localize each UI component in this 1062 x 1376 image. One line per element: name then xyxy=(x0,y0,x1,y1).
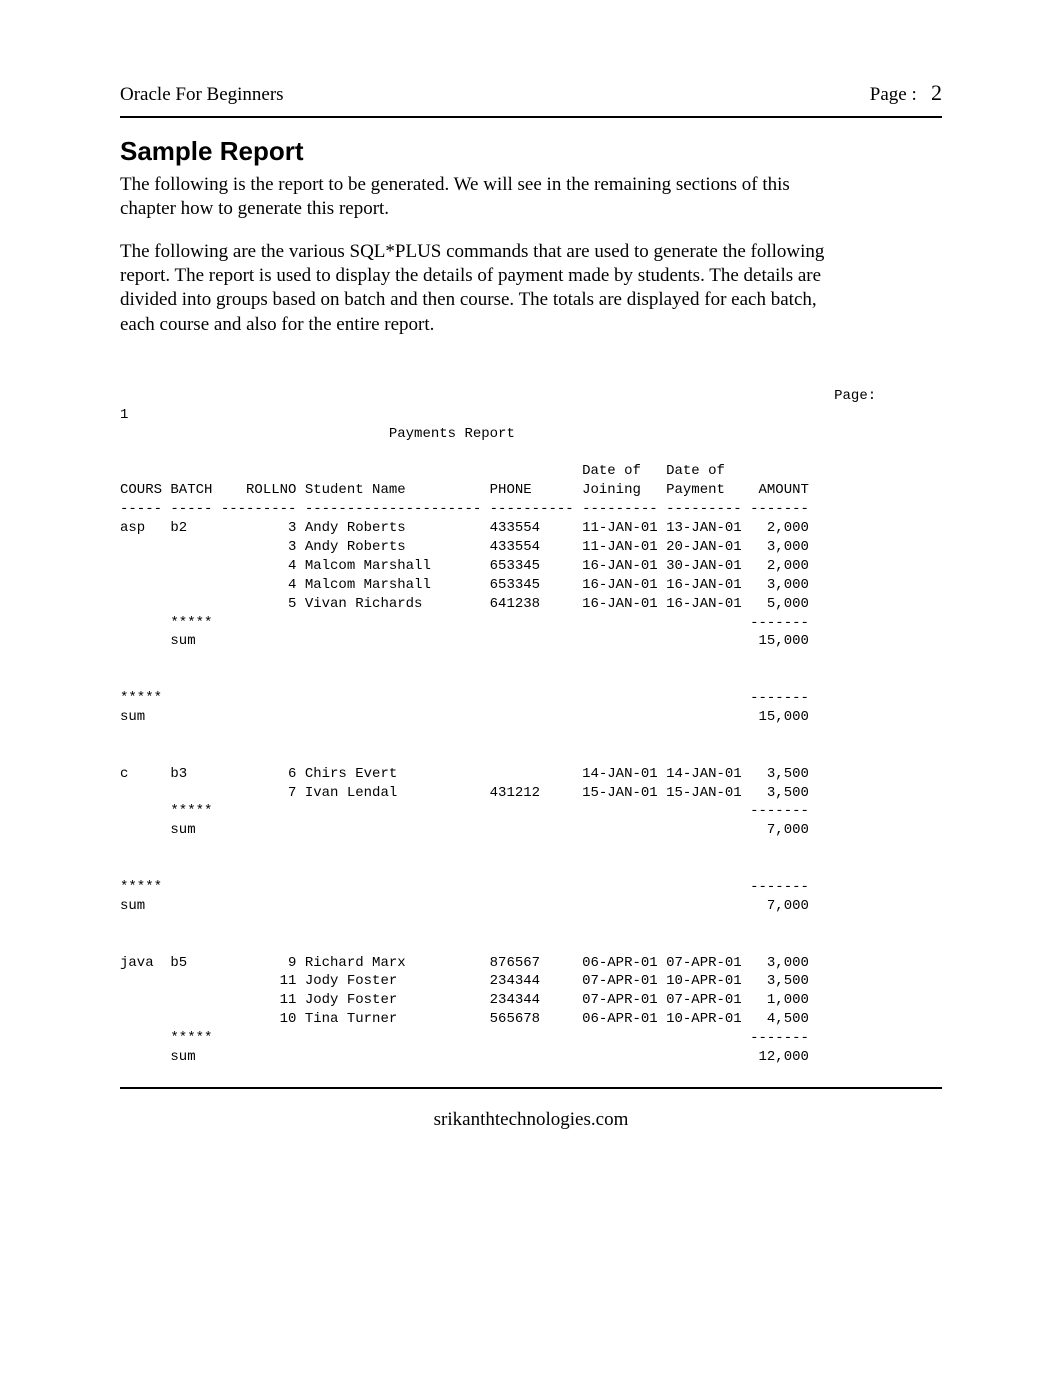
page-label: Page : xyxy=(870,84,917,105)
payments-report-block: Page: 1 Payments Report Date of Date of … xyxy=(120,387,942,1067)
page-indicator: Page : 2 xyxy=(870,80,942,106)
running-header: Oracle For Beginners Page : 2 xyxy=(120,80,942,106)
footer-text: srikanthtechnologies.com xyxy=(120,1109,942,1131)
header-rule xyxy=(120,116,942,118)
intro-paragraph-1: The following is the report to be genera… xyxy=(120,173,840,222)
intro-paragraph-2: The following are the various SQL*PLUS c… xyxy=(120,240,840,337)
page-number: 2 xyxy=(931,80,942,105)
footer-rule xyxy=(120,1087,942,1089)
book-title: Oracle For Beginners xyxy=(120,84,284,106)
document-page: Oracle For Beginners Page : 2 Sample Rep… xyxy=(0,0,1062,1376)
section-heading: Sample Report xyxy=(120,136,942,167)
